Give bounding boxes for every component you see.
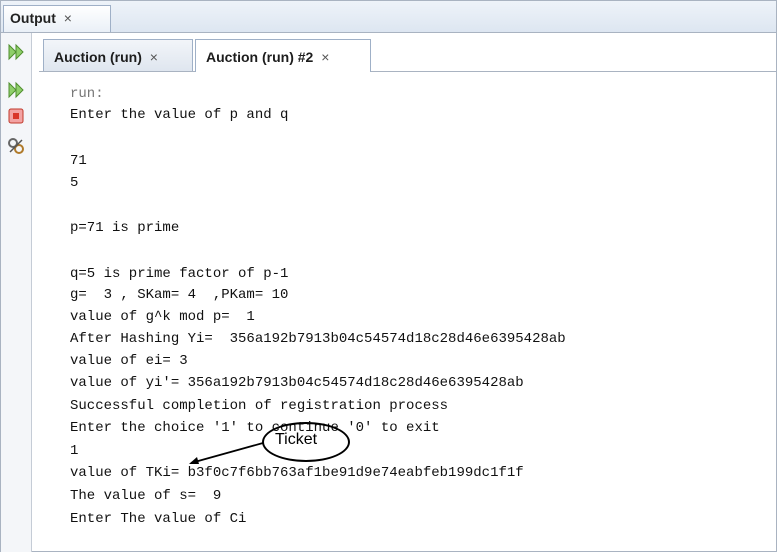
- settings-icon[interactable]: [7, 137, 25, 155]
- console-line: value of g^k mod p= 1: [70, 309, 255, 325]
- console-line: 71: [70, 153, 87, 169]
- tab-auction-run-2[interactable]: Auction (run) #2 ×: [195, 39, 371, 73]
- close-icon[interactable]: ×: [64, 10, 72, 26]
- rerun-with-options-icon[interactable]: [7, 81, 25, 99]
- output-tab-label: Output: [10, 10, 56, 26]
- console-output[interactable]: run: Enter the value of p and q 71 5 p=7…: [40, 72, 776, 551]
- stop-icon[interactable]: [7, 107, 25, 125]
- tab-label: Auction (run): [54, 49, 142, 65]
- console-line: After Hashing Yi= 356a192b7913b04c54574d…: [70, 331, 566, 347]
- output-tab[interactable]: Output ×: [3, 5, 111, 32]
- console-line: value of ei= 3: [70, 353, 188, 369]
- close-icon[interactable]: ×: [150, 49, 158, 65]
- console-line: The value of s= 9: [70, 488, 222, 504]
- console-line: Enter the value of p and q: [70, 107, 289, 123]
- output-tab-bar: Output ×: [1, 1, 776, 33]
- ticket-annotation-label: Ticket: [275, 431, 318, 448]
- close-icon[interactable]: ×: [321, 49, 329, 65]
- console-line: 5: [70, 175, 79, 191]
- output-window: Output × Auction (run) × Auction (run) #…: [0, 0, 777, 552]
- output-toolbar: [1, 33, 32, 552]
- tab-label: Auction (run) #2: [206, 49, 314, 65]
- console-line: Enter The value of Ci: [70, 511, 247, 527]
- console-line: 1: [70, 443, 79, 459]
- console-line: g= 3 , SKam= 4 ,PKam= 10: [70, 287, 289, 303]
- tab-auction-run[interactable]: Auction (run) ×: [43, 39, 193, 71]
- console-line: value of TKi= b3f0c7f6bb763af1be91d9e74e…: [70, 465, 524, 481]
- console-line: Enter the choice '1' to continue '0' to …: [70, 420, 440, 436]
- console-line: p=71 is prime: [70, 220, 180, 236]
- console-line: Successful completion of registration pr…: [70, 398, 449, 414]
- rerun-icon[interactable]: [7, 43, 25, 61]
- console-line: run:: [70, 86, 104, 102]
- run-tab-bar: Auction (run) × Auction (run) #2 ×: [39, 37, 776, 73]
- console-line: q=5 is prime factor of p-1: [70, 266, 289, 282]
- console-line: value of yi'= 356a192b7913b04c54574d18c2…: [70, 375, 524, 391]
- annotation-arrow: [189, 442, 264, 464]
